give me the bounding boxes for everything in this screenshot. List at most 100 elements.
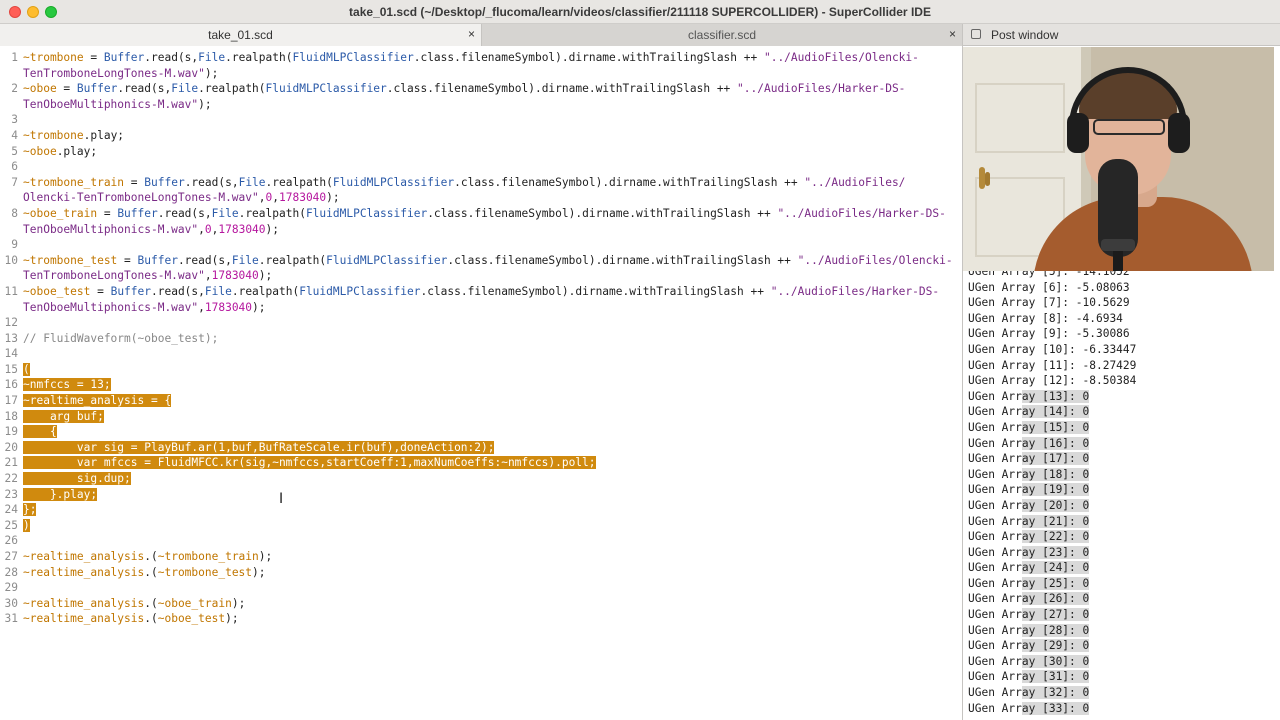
code-line[interactable] <box>23 580 953 596</box>
post-line: UGen Array [29]: 0 <box>968 639 1090 653</box>
code-token: ~realtime_analysis = { <box>23 394 172 408</box>
code-token: .class.filenameSymbol).dirname.withTrail… <box>427 206 778 220</box>
code-line[interactable] <box>23 237 953 253</box>
line-number <box>0 97 18 113</box>
line-number: 11 <box>4 284 18 298</box>
tab-classifier[interactable]: classifier.scd × <box>482 24 962 46</box>
code-token: , <box>272 191 279 205</box>
tab-take-01[interactable]: take_01.scd × <box>0 24 482 46</box>
code-line[interactable]: sig.dup; <box>23 471 953 487</box>
code-token: Buffer <box>76 82 118 96</box>
post-line: UGen Array [32]: 0 <box>968 686 1090 700</box>
code-line[interactable] <box>23 159 953 175</box>
code-line[interactable]: // FluidWaveform(~oboe_test); <box>23 331 953 347</box>
code-token: .realpath( <box>225 51 293 64</box>
code-line[interactable]: ~trombone_train = Buffer.read(s,File.rea… <box>23 175 953 191</box>
tab-close-icon[interactable]: × <box>949 27 956 41</box>
code-line[interactable]: ~oboe = Buffer.read(s,File.realpath(Flui… <box>23 81 953 97</box>
post-window-icon[interactable] <box>971 29 981 39</box>
code-line[interactable]: ~oboe_train = Buffer.read(s,File.realpat… <box>23 206 953 222</box>
code-token: ); <box>258 550 273 563</box>
code-token: .( <box>144 612 158 626</box>
post-line: UGen Array [14]: 0 <box>968 405 1090 419</box>
line-number <box>0 268 18 284</box>
code-token: ~oboe <box>23 144 57 158</box>
post-line: UGen Array [20]: 0 <box>968 498 1090 512</box>
code-line[interactable]: arg buf; <box>23 409 953 425</box>
code-line[interactable]: var sig = PlayBuf.ar(1,buf,BufRateScale.… <box>23 440 953 456</box>
line-number: 28 <box>4 565 18 579</box>
post-line: UGen Array [28]: 0 <box>968 623 1090 637</box>
code-token: .play; <box>83 128 125 142</box>
tab-label: take_01.scd <box>208 28 273 42</box>
code-token: File <box>231 253 259 267</box>
code-line[interactable]: ~trombone.play; <box>23 128 953 144</box>
code-token: .( <box>144 565 158 579</box>
post-line: UGen Array [6]: -5.08063 <box>968 280 1130 294</box>
code-line[interactable]: ~trombone = Buffer.read(s,File.realpath(… <box>23 50 953 66</box>
post-line: UGen Array [27]: 0 <box>968 608 1090 622</box>
code-line[interactable]: TenOboeMultiphonics-M.wav",1783040); <box>23 300 953 316</box>
code-text[interactable]: ~trombone = Buffer.read(s,File.realpath(… <box>23 50 953 627</box>
code-line[interactable]: { <box>23 424 953 440</box>
webcam-overlay <box>963 47 1274 271</box>
code-token: ~oboe_test <box>23 284 91 298</box>
line-number-gutter: 1 2 3 4 5 6 7 8 9 10 11 12 13 14 15 16 17 18 19 20 21 22 23 24 2… <box>0 50 18 627</box>
code-line[interactable]: ~trombone_test = Buffer.read(s,File.real… <box>23 253 953 269</box>
code-token: = <box>124 175 145 189</box>
code-token: sig.dup; <box>23 472 131 486</box>
tab-close-icon[interactable]: × <box>468 27 475 41</box>
code-line[interactable]: ~nmfccs = 13; <box>23 377 953 393</box>
code-line[interactable] <box>23 315 953 331</box>
code-token: .read(s, <box>117 82 172 96</box>
code-line[interactable]: ~realtime_analysis.(~oboe_train); <box>23 596 953 612</box>
code-token: FluidMLPClassifier <box>305 206 428 220</box>
code-line[interactable]: Olencki-TenTromboneLongTones-M.wav",0,17… <box>23 190 953 206</box>
code-token: .class.filenameSymbol).dirname.withTrail… <box>386 82 738 96</box>
code-token: = <box>117 253 138 267</box>
code-token: ~oboe_train <box>23 206 98 220</box>
code-line[interactable] <box>23 346 953 362</box>
code-line[interactable]: ~realtime_analysis.(~trombone_train); <box>23 549 953 565</box>
post-line: UGen Array [18]: 0 <box>968 467 1090 481</box>
post-line: UGen Array [13]: 0 <box>968 389 1090 403</box>
code-line[interactable]: ~oboe.play; <box>23 144 953 160</box>
code-line[interactable]: ~realtime_analysis.(~oboe_test); <box>23 611 953 627</box>
line-number: 27 <box>4 550 18 563</box>
code-line[interactable]: }; <box>23 502 953 518</box>
code-line[interactable]: TenTromboneLongTones-M.wav",1783040); <box>23 268 953 284</box>
post-line: UGen Array [16]: 0 <box>968 436 1090 450</box>
code-token: 1783040 <box>279 191 327 205</box>
code-token: .realpath( <box>231 284 300 298</box>
post-line: UGen Array [21]: 0 <box>968 514 1090 528</box>
code-token: , <box>198 300 205 314</box>
code-line[interactable] <box>23 533 953 549</box>
code-line[interactable]: ~realtime_analysis = { <box>23 393 953 409</box>
code-line[interactable]: }.play; <box>23 487 953 503</box>
code-token: Buffer <box>117 206 158 220</box>
post-line: UGen Array [10]: -6.33447 <box>968 342 1137 356</box>
line-number <box>0 190 18 206</box>
line-number: 30 <box>4 596 18 610</box>
post-line: UGen Array [30]: 0 <box>968 654 1090 668</box>
code-line[interactable]: ~realtime_analysis.(~trombone_test); <box>23 565 953 581</box>
code-editor[interactable]: 1 2 3 4 5 6 7 8 9 10 11 12 13 14 15 16 17 18 19 20 21 22 23 24 2… <box>0 47 962 720</box>
code-line[interactable] <box>23 112 953 128</box>
code-token: ); <box>265 222 280 236</box>
code-token: Buffer <box>103 51 145 64</box>
tab-bar: take_01.scd × classifier.scd × <box>0 24 962 46</box>
code-line[interactable]: ( <box>23 362 953 378</box>
code-line[interactable]: ~oboe_test = Buffer.read(s,File.realpath… <box>23 284 953 300</box>
code-line[interactable]: var mfccs = FluidMFCC.kr(sig,~nmfccs,sta… <box>23 455 953 471</box>
line-number: 14 <box>4 347 18 361</box>
code-line[interactable]: TenOboeMultiphonics-M.wav"); <box>23 97 953 113</box>
code-line[interactable]: TenOboeMultiphonics-M.wav",0,1783040); <box>23 222 953 238</box>
line-number: 22 <box>4 472 18 486</box>
line-number: 6 <box>11 160 18 174</box>
code-token: .( <box>144 550 158 563</box>
code-token: .realpath( <box>258 253 327 267</box>
code-token: Buffer <box>144 175 185 189</box>
code-token: ~trombone_train <box>157 550 259 563</box>
code-line[interactable]: TenTromboneLongTones-M.wav"); <box>23 66 953 82</box>
code-line[interactable]: ) <box>23 518 953 534</box>
